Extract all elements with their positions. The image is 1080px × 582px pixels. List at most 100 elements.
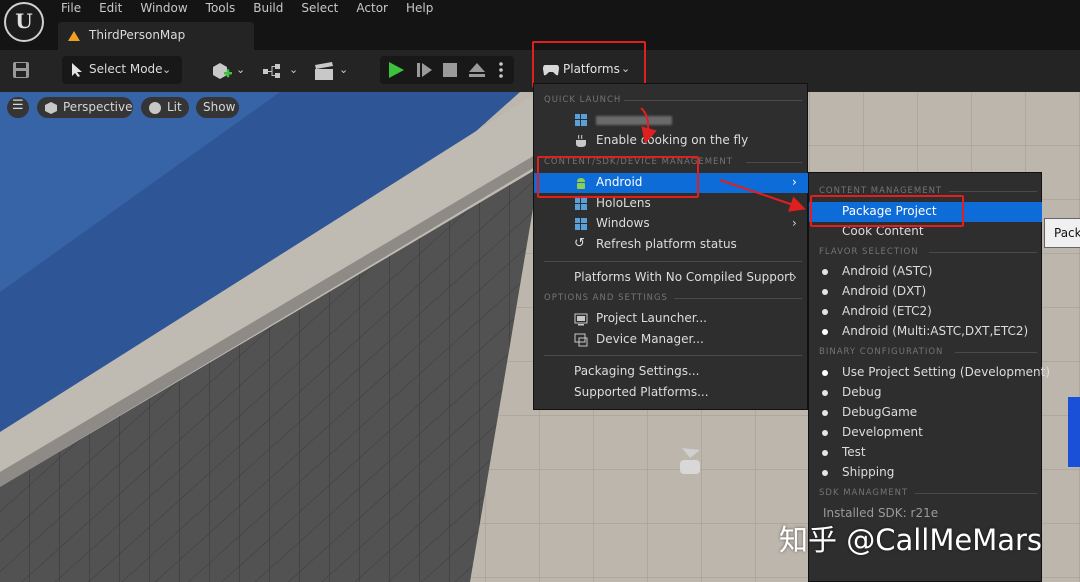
divider (624, 100, 802, 101)
cursor-icon (72, 63, 82, 77)
blurred-device-name (596, 116, 672, 125)
show-label: Show (203, 100, 236, 114)
chevron-right-icon: › (792, 216, 797, 230)
divider (746, 162, 802, 163)
config-item-test[interactable]: Test (809, 443, 1042, 463)
add-actor-button[interactable]: ⌄ (210, 59, 250, 83)
play-icon[interactable] (387, 61, 405, 79)
select-mode-label: Select Mode (89, 62, 163, 76)
supported-platforms-label: Supported Platforms... (574, 385, 709, 399)
config-item-debuggame[interactable]: DebugGame (809, 403, 1042, 423)
flavor-item-dxt[interactable]: Android (DXT) (809, 282, 1042, 302)
more-options-icon[interactable] (498, 61, 504, 79)
section-header-quick-launch: QUICK LAUNCH (544, 95, 622, 105)
config-item-debug[interactable]: Debug (809, 383, 1042, 403)
menu-window[interactable]: Window (131, 0, 196, 18)
device-manager-item[interactable]: Device Manager... (534, 330, 809, 350)
level-tab[interactable]: ThirdPersonMap (58, 22, 254, 50)
platforms-menu: QUICK LAUNCH Enable cooking on the fly C… (533, 83, 808, 410)
supported-platforms-item[interactable]: Supported Platforms... (534, 383, 809, 403)
section-header-flavor: FLAVOR SELECTION (819, 247, 919, 257)
sphere-icon (149, 102, 161, 114)
windows-icon (575, 114, 587, 126)
hololens-label: HoloLens (596, 196, 651, 210)
select-mode-dropdown[interactable]: Select Mode ⌄ (62, 56, 182, 84)
eject-icon[interactable] (468, 61, 486, 79)
divider (949, 191, 1037, 192)
project-launcher-item[interactable]: Project Launcher... (534, 309, 809, 329)
config-label: Use Project Setting (Development) (842, 365, 1051, 379)
menu-edit[interactable]: Edit (90, 0, 131, 18)
flavor-label: Android (Multi:ASTC,DXT,ETC2) (842, 324, 1029, 338)
add-actor-icon (213, 63, 232, 79)
cinematics-button[interactable]: ⌄ (314, 59, 354, 83)
chevron-down-icon: ⌄ (289, 63, 299, 76)
divider (929, 252, 1037, 253)
show-button[interactable]: Show (196, 97, 239, 118)
stop-icon[interactable] (442, 62, 458, 78)
tooltip: Packa (1044, 218, 1080, 248)
radio-dot-icon (822, 470, 828, 476)
perspective-button[interactable]: Perspective (37, 97, 133, 118)
refresh-label: Refresh platform status (596, 237, 737, 251)
annotation-box-android (537, 156, 699, 198)
config-label: Shipping (842, 465, 895, 479)
no-compiled-label: Platforms With No Compiled Support (574, 270, 794, 284)
menu-tools[interactable]: Tools (197, 0, 245, 18)
menu-select[interactable]: Select (292, 0, 347, 18)
radio-dot-icon (822, 289, 828, 295)
save-icon[interactable] (12, 61, 30, 79)
radio-dot-icon (822, 410, 828, 416)
watermark: 知乎 @CallMeMars (779, 523, 1043, 557)
windows-icon (575, 198, 587, 210)
section-header-binary: BINARY CONFIGURATION (819, 347, 944, 357)
refresh-icon: ↺ (574, 236, 585, 251)
flavor-item-multi[interactable]: Android (Multi:ASTC,DXT,ETC2) (809, 322, 1042, 342)
radio-dot-icon (822, 450, 828, 456)
advance-frame-icon[interactable] (416, 61, 434, 79)
windows-item[interactable]: Windows › (534, 214, 809, 234)
config-label: Test (842, 445, 866, 459)
packaging-settings-label: Packaging Settings... (574, 364, 700, 378)
refresh-platform-item[interactable]: ↺ Refresh platform status (534, 235, 809, 255)
map-icon (68, 31, 80, 41)
flavor-item-etc2[interactable]: Android (ETC2) (809, 302, 1042, 322)
config-item-project-setting[interactable]: Use Project Setting (Development) (809, 363, 1050, 383)
menu-file[interactable]: File (52, 0, 90, 18)
radio-dot-icon (822, 269, 828, 275)
lit-label: Lit (167, 100, 182, 114)
clapperboard-icon (315, 62, 333, 80)
divider (544, 355, 802, 356)
windows-label: Windows (596, 216, 650, 230)
config-item-shipping[interactable]: Shipping (809, 463, 1042, 483)
section-header-sdk-management: SDK MANAGMENT (819, 488, 909, 498)
annotation-box-package-project (810, 195, 964, 227)
chevron-down-icon: ⌄ (339, 63, 349, 76)
flavor-item-astc[interactable]: Android (ASTC) (809, 262, 1042, 282)
flavor-label: Android (ETC2) (842, 304, 932, 318)
menu-actor[interactable]: Actor (347, 0, 397, 18)
radio-dot-icon (822, 370, 828, 376)
radio-dot-icon (822, 430, 828, 436)
enable-cooking-item[interactable]: Enable cooking on the fly (534, 131, 809, 151)
level-tab-label: ThirdPersonMap (89, 28, 186, 42)
project-launcher-label: Project Launcher... (596, 311, 707, 325)
hamburger-icon: ☰ (12, 98, 24, 113)
project-launcher-icon (574, 313, 588, 326)
radio-dot-icon (822, 309, 828, 315)
no-compiled-support-item[interactable]: Platforms With No Compiled Support › (534, 268, 809, 288)
unreal-logo-icon[interactable]: U (4, 2, 44, 42)
play-controls (380, 56, 514, 84)
viewport-options-button[interactable]: ☰ (7, 97, 29, 118)
menu-build[interactable]: Build (244, 0, 292, 18)
menu-help[interactable]: Help (397, 0, 442, 18)
packaging-settings-item[interactable]: Packaging Settings... (534, 362, 809, 382)
blueprint-icon (263, 64, 280, 78)
quick-launch-device[interactable] (534, 110, 809, 130)
chevron-right-icon: › (792, 270, 797, 284)
config-item-development[interactable]: Development (809, 423, 1042, 443)
lit-button[interactable]: Lit (141, 97, 189, 118)
flavor-label: Android (DXT) (842, 284, 927, 298)
main-menu: File Edit Window Tools Build Select Acto… (52, 0, 442, 18)
blueprint-button[interactable]: ⌄ (262, 59, 302, 83)
